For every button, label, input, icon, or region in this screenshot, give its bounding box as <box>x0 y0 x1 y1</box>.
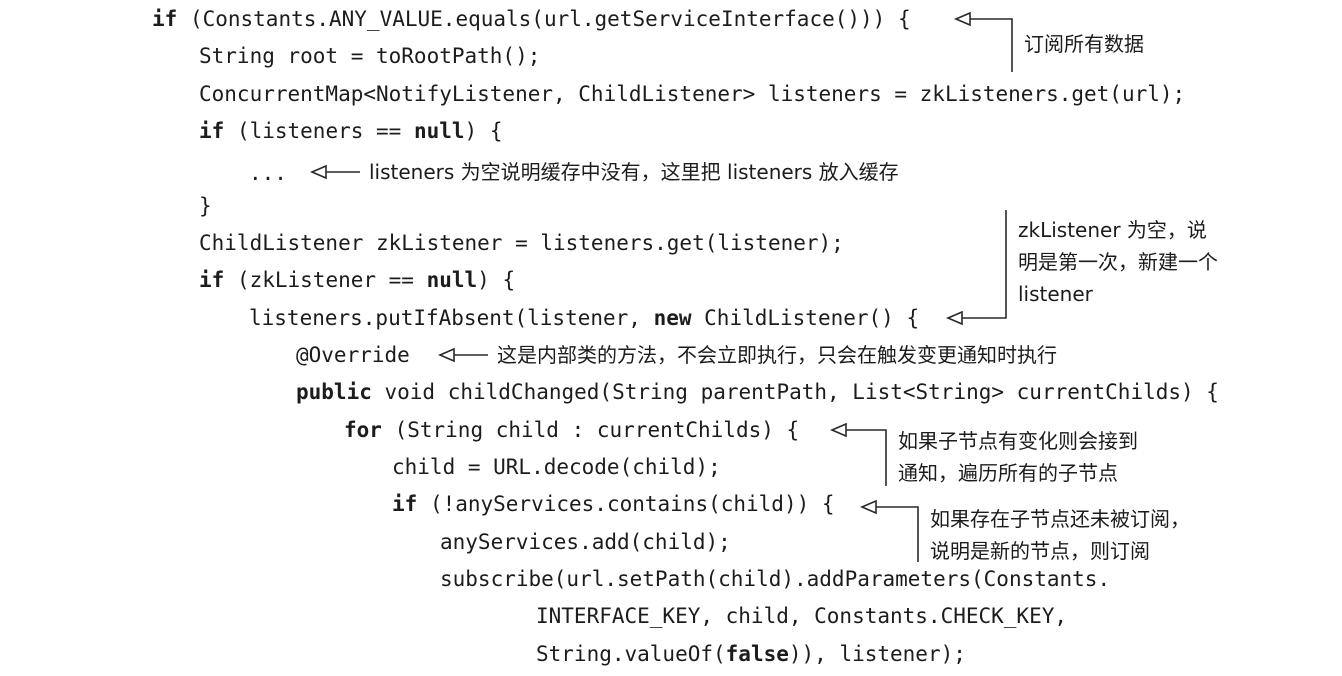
code-text: (String child : currentChilds) { <box>381 418 800 442</box>
code-line-14: if (!anyServices.contains(child)) { <box>392 491 835 517</box>
annotation-child-changed: 如果子节点有变化则会接到 通知，遍历所有的子节点 <box>898 425 1138 489</box>
annotation-zk-listener-null: zkListener 为空，说 明是第一次，新建一个 listener <box>1018 214 1218 310</box>
code-text: (!anyServices.contains(child)) { <box>417 492 835 516</box>
arrow-connector-not-subscribed <box>876 506 919 562</box>
annotation-line: 通知，遍历所有的子节点 <box>898 461 1118 485</box>
code-line-9: listeners.putIfAbsent(listener, new Chil… <box>249 305 919 331</box>
keyword: for <box>344 418 382 442</box>
code-text: (zkListener == <box>224 268 427 292</box>
code-line-15: anyServices.add(child); <box>440 530 731 554</box>
code-line-17: INTERFACE_KEY, child, Constants.CHECK_KE… <box>536 604 1068 628</box>
code-text: void childChanged(String parentPath, Lis… <box>371 380 1219 404</box>
keyword: if <box>152 7 178 31</box>
annotation-line: 如果存在子节点还未被订阅， <box>930 507 1190 531</box>
arrow-head-inner-class <box>437 347 455 363</box>
arrow-head-not-subscribed <box>859 499 877 515</box>
annotation-line: 明是第一次，新建一个 <box>1018 250 1218 274</box>
code-text: (Constants.ANY_VALUE.equals(url.getServi… <box>177 7 911 31</box>
keyword: public <box>296 380 372 404</box>
keyword: if <box>199 119 225 143</box>
arrow-connector-zk-listener-null <box>962 210 1007 319</box>
code-line-6: } <box>199 194 212 218</box>
code-line-2: String root = toRootPath(); <box>199 44 541 68</box>
code-line-16: subscribe(url.setPath(child).addParamete… <box>440 567 1111 591</box>
keyword: null <box>413 119 465 143</box>
code-text: ChildListener() { <box>691 306 920 330</box>
annotation-line: listener <box>1018 282 1093 306</box>
code-line-1: if (Constants.ANY_VALUE.equals(url.getSe… <box>152 6 911 32</box>
code-line-10: @Override <box>296 343 410 367</box>
code-text: (listeners == <box>224 119 414 143</box>
code-line-13: child = URL.decode(child); <box>392 455 721 479</box>
annotation-line: 如果子节点有变化则会接到 <box>898 429 1138 453</box>
code-line-7: ChildListener zkListener = listeners.get… <box>199 231 844 255</box>
code-line-18: String.valueOf(false)), listener); <box>536 641 966 667</box>
annotation-inner-class: 这是内部类的方法，不会立即执行，只会在触发变更通知时执行 <box>497 343 1057 367</box>
code-text: ) { <box>477 268 516 292</box>
code-text: String.valueOf( <box>536 642 726 666</box>
code-text: listeners.putIfAbsent(listener, <box>249 306 654 330</box>
code-line-5: ... <box>249 161 287 185</box>
keyword: new <box>653 306 692 330</box>
arrow-head-listeners-null <box>309 164 327 180</box>
arrow-connector-child-changed <box>846 429 887 486</box>
keyword: if <box>199 268 225 292</box>
arrow-connector-subscribe-all <box>970 18 1013 72</box>
annotation-line: zkListener 为空，说 <box>1018 218 1207 242</box>
arrow-head-child-changed <box>829 422 847 438</box>
code-line-8: if (zkListener == null) { <box>199 267 515 293</box>
code-line-4: if (listeners == null) { <box>199 118 502 144</box>
code-line-12: for (String child : currentChilds) { <box>344 417 799 443</box>
code-line-3: ConcurrentMap<NotifyListener, ChildListe… <box>199 82 1186 106</box>
code-text: )), listener); <box>788 642 966 666</box>
annotation-not-subscribed: 如果存在子节点还未被订阅， 说明是新的节点，则订阅 <box>930 503 1190 567</box>
annotation-listeners-null: listeners 为空说明缓存中没有，这里把 listeners 放入缓存 <box>369 160 899 184</box>
code-line-11: public void childChanged(String parentPa… <box>296 379 1219 405</box>
keyword: false <box>725 642 789 666</box>
keyword: null <box>426 268 478 292</box>
arrow-head-subscribe-all <box>953 11 971 27</box>
arrow-head-zk-listener-null <box>945 310 963 326</box>
code-listing-page: if (Constants.ANY_VALUE.equals(url.getSe… <box>0 0 1342 676</box>
annotation-subscribe-all: 订阅所有数据 <box>1024 32 1144 56</box>
keyword: if <box>392 492 418 516</box>
code-text: ) { <box>464 119 503 143</box>
annotation-line: 说明是新的节点，则订阅 <box>930 539 1150 563</box>
